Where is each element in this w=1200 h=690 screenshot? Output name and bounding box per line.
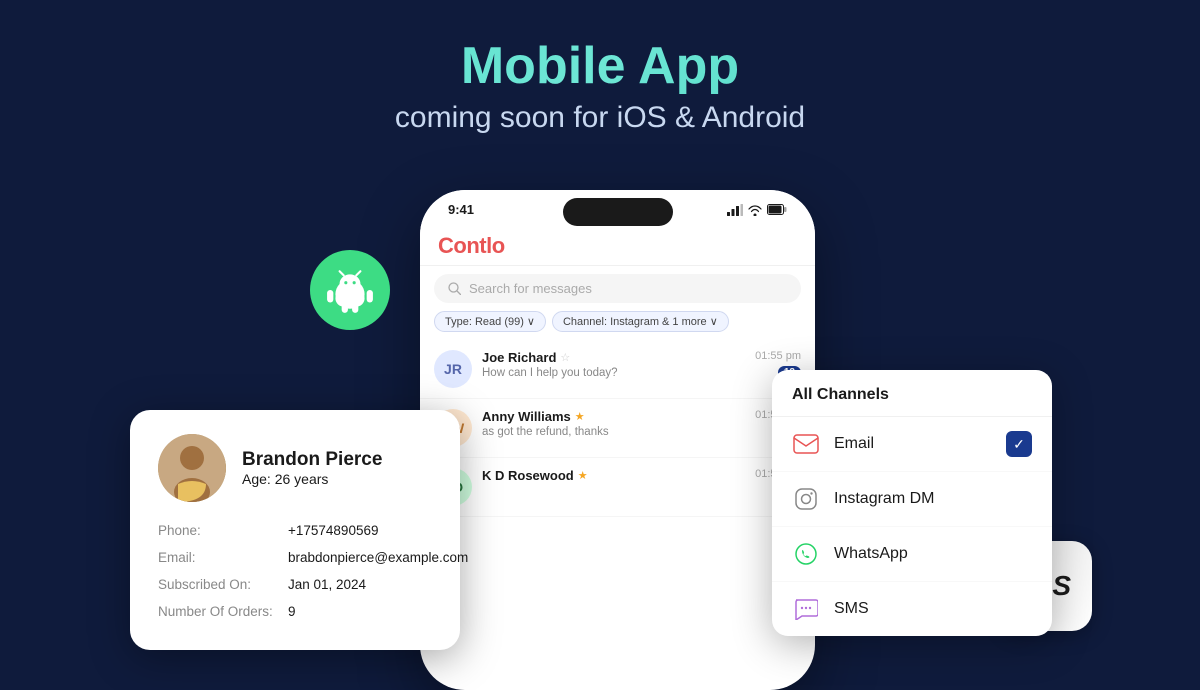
- app-logo: Contlo: [438, 233, 797, 259]
- chat-preview: How can I help you today?: [482, 367, 745, 379]
- chat-item[interactable]: JR Joe Richard ☆ How can I help you toda…: [420, 340, 815, 399]
- star-icon: ★: [575, 410, 585, 423]
- phone-time: 9:41: [448, 202, 474, 217]
- field-value: brabdonpierce@example.com: [288, 549, 468, 568]
- age-label: Age:: [242, 471, 271, 487]
- dropdown-label: Instagram DM: [834, 490, 1032, 508]
- page-header: Mobile App coming soon for iOS & Android: [0, 0, 1200, 135]
- chat-item[interactable]: KD K D Rosewood ★ 01:55 pm: [420, 458, 815, 517]
- dropdown-item-whatsapp[interactable]: WhatsApp: [772, 527, 1052, 582]
- chat-name-row: K D Rosewood ★: [482, 468, 745, 483]
- chat-name: Anny Williams: [482, 409, 571, 424]
- chat-name-row: Joe Richard ☆: [482, 350, 745, 365]
- channels-dropdown[interactable]: All Channels Email ✓ Instagram DM: [772, 370, 1052, 636]
- contact-name: Brandon Pierce: [242, 449, 382, 471]
- field-label: Phone:: [158, 522, 288, 541]
- contact-header: Brandon Pierce Age: 26 years: [158, 434, 432, 502]
- chat-content: Joe Richard ☆ How can I help you today?: [482, 350, 745, 379]
- search-icon: [448, 282, 461, 295]
- chat-content: Anny Williams ★ as got the refund, thank…: [482, 409, 745, 438]
- field-label: Number Of Orders:: [158, 603, 288, 622]
- field-label: Subscribed On:: [158, 576, 288, 595]
- content-area: 9:41 Contlo Search for messages Ty: [0, 170, 1200, 641]
- field-value: 9: [288, 603, 296, 622]
- chat-preview: as got the refund, thanks: [482, 426, 745, 438]
- contact-field-orders: Number Of Orders: 9: [158, 603, 432, 622]
- page-subtitle: coming soon for iOS & Android: [0, 101, 1200, 135]
- contact-field-email: Email: brabdonpierce@example.com: [158, 549, 432, 568]
- chat-list: JR Joe Richard ☆ How can I help you toda…: [420, 340, 815, 517]
- dropdown-label: Email: [834, 435, 992, 453]
- instagram-icon: [792, 485, 820, 513]
- status-icons: [727, 204, 787, 216]
- email-icon: [792, 430, 820, 458]
- field-label: Email:: [158, 549, 288, 568]
- search-placeholder: Search for messages: [469, 281, 592, 296]
- whatsapp-icon: [792, 540, 820, 568]
- avatar: JR: [434, 350, 472, 388]
- chat-item[interactable]: AW Anny Williams ★ as got the refund, th…: [420, 399, 815, 458]
- chat-time: 01:55 pm: [755, 350, 801, 362]
- star-icon: ☆: [560, 351, 570, 364]
- contact-avatar: [158, 434, 226, 502]
- phone-notch: [563, 198, 673, 226]
- checkbox-email[interactable]: ✓: [1006, 431, 1032, 457]
- phone-mockup: 9:41 Contlo Search for messages Ty: [420, 190, 815, 690]
- field-value: +17574890569: [288, 522, 378, 541]
- android-icon: [310, 250, 390, 330]
- search-bar[interactable]: Search for messages: [434, 274, 801, 303]
- dropdown-item-instagram[interactable]: Instagram DM: [772, 472, 1052, 527]
- filter-channel[interactable]: Channel: Instagram & 1 more ∨: [552, 311, 729, 332]
- app-header: Contlo: [420, 225, 815, 266]
- filter-row: Type: Read (99) ∨ Channel: Instagram & 1…: [420, 311, 815, 340]
- dropdown-item-sms[interactable]: SMS: [772, 582, 1052, 636]
- dropdown-header: All Channels: [772, 370, 1052, 417]
- chat-name: Joe Richard: [482, 350, 556, 365]
- chat-name: K D Rosewood: [482, 468, 574, 483]
- filter-type[interactable]: Type: Read (99) ∨: [434, 311, 546, 332]
- contact-field-subscribed: Subscribed On: Jan 01, 2024: [158, 576, 432, 595]
- dropdown-label: WhatsApp: [834, 545, 1032, 563]
- age-value: 26 years: [275, 471, 329, 487]
- dropdown-item-email[interactable]: Email ✓: [772, 417, 1052, 472]
- dropdown-label: SMS: [834, 600, 1032, 618]
- contact-field-phone: Phone: +17574890569: [158, 522, 432, 541]
- chat-name-row: Anny Williams ★: [482, 409, 745, 424]
- chat-content: K D Rosewood ★: [482, 468, 745, 485]
- contact-info: Brandon Pierce Age: 26 years: [242, 449, 382, 487]
- field-value: Jan 01, 2024: [288, 576, 366, 595]
- sms-icon: [792, 595, 820, 623]
- contact-age: Age: 26 years: [242, 471, 382, 487]
- page-title: Mobile App: [0, 38, 1200, 95]
- contact-card: Brandon Pierce Age: 26 years Phone: +175…: [130, 410, 460, 650]
- star-icon: ★: [578, 469, 588, 482]
